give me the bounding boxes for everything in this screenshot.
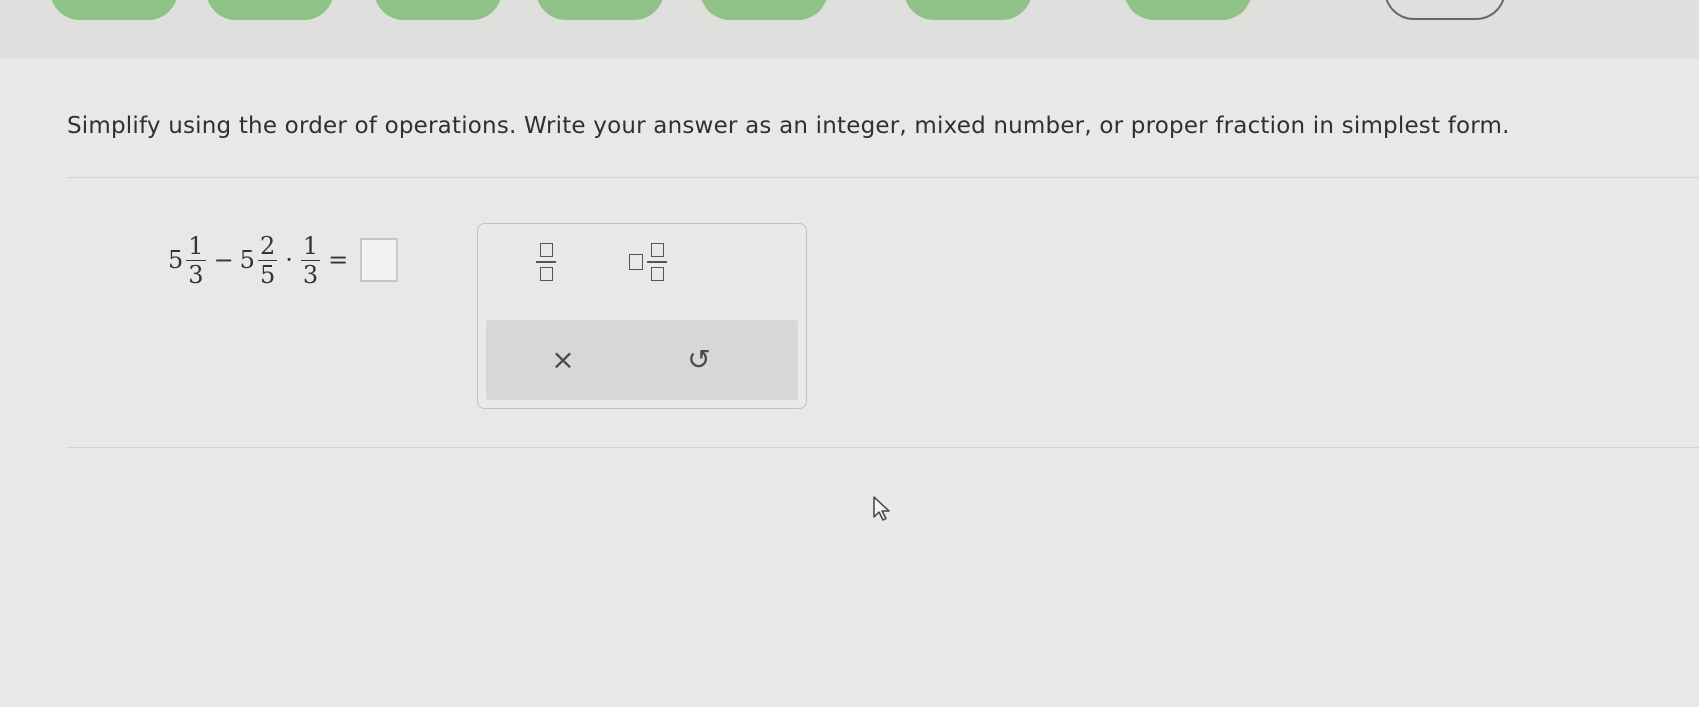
question-tab-6[interactable] — [904, 0, 1032, 20]
top-navigation-strip — [0, 0, 1699, 58]
term1-numerator: 1 — [188, 231, 204, 260]
math-palette: × ↺ — [477, 223, 807, 409]
undo-icon: ↺ — [687, 343, 711, 376]
mouse-pointer-icon — [872, 496, 892, 526]
term2-fraction: 2 5 — [257, 231, 278, 289]
question-tab-3[interactable] — [374, 0, 502, 20]
question-tab-2[interactable] — [206, 0, 334, 20]
question-tab-7[interactable] — [1124, 0, 1252, 20]
minus-sign: − — [213, 246, 234, 274]
equals-sign: = — [328, 246, 349, 274]
math-expression: 5 1 3 − 5 2 5 · 1 3 = — [168, 224, 399, 296]
fraction-template-button[interactable] — [516, 234, 576, 290]
question-tab-5[interactable] — [700, 0, 828, 20]
question-panel — [0, 58, 1699, 707]
mixed-number-template-button[interactable] — [608, 234, 688, 290]
term2-whole: 5 — [239, 246, 255, 274]
divider-bottom — [67, 447, 1699, 448]
term1-whole: 5 — [168, 246, 184, 274]
divider-top — [67, 177, 1699, 178]
close-icon: × — [551, 343, 575, 376]
palette-action-bar: × ↺ — [486, 320, 798, 400]
term1-denominator: 3 — [188, 260, 204, 289]
multiply-dot: · — [285, 246, 293, 274]
term3-fraction: 1 3 — [300, 231, 321, 289]
answer-input[interactable] — [360, 238, 399, 282]
question-tab-1[interactable] — [50, 0, 178, 20]
question-tab-current[interactable] — [1384, 0, 1506, 20]
term1-fraction: 1 3 — [186, 231, 206, 289]
term2-denominator: 5 — [259, 260, 276, 289]
mixed-number-template-icon — [629, 243, 667, 281]
question-instruction: Simplify using the order of operations. … — [67, 113, 1510, 139]
term3-denominator: 3 — [302, 260, 319, 289]
question-tab-4[interactable] — [536, 0, 664, 20]
term2-numerator: 2 — [259, 231, 276, 260]
fraction-template-icon — [536, 243, 556, 281]
term3-numerator: 1 — [302, 231, 319, 260]
undo-button[interactable]: ↺ — [669, 332, 729, 388]
clear-button[interactable]: × — [533, 332, 593, 388]
